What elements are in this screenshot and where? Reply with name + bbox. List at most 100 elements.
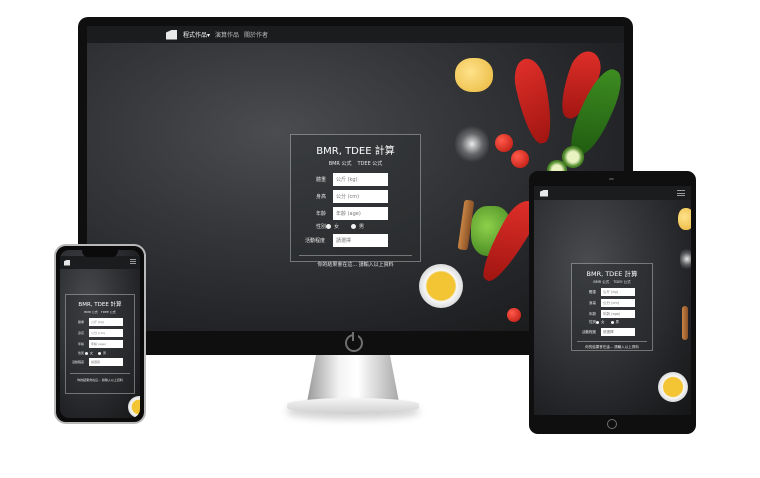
weight-input[interactable] bbox=[333, 173, 388, 186]
height-input[interactable] bbox=[601, 299, 635, 307]
weight-label: 體重 bbox=[316, 177, 327, 183]
tab-tdee-formula[interactable]: TDEE 公式 bbox=[101, 310, 116, 314]
formula-tabs: BMR 公式 TDEE 公式 bbox=[291, 160, 420, 167]
height-input[interactable] bbox=[333, 190, 388, 203]
smartphone-device: BMR, TDEE 計算 BMR 公式 TDEE 公式 體重 身高 年齡 bbox=[54, 244, 146, 424]
activity-label: 活動程度 bbox=[305, 238, 326, 244]
result-text: 你的結果會在這... 請輸入以上資料 bbox=[70, 373, 130, 382]
bmr-tdee-calculator: BMR, TDEE 計算 BMR 公式 TDEE 公式 體重 身高 年齡 bbox=[571, 263, 653, 351]
gender-female-label: 女 bbox=[334, 224, 340, 230]
height-row: 身高 bbox=[316, 190, 420, 203]
weight-label: 體重 bbox=[589, 289, 596, 294]
gender-male-radio[interactable] bbox=[351, 224, 357, 229]
gender-male-radio[interactable] bbox=[610, 321, 614, 324]
tab-bmr-formula[interactable]: BMR 公式 bbox=[84, 310, 98, 314]
nav-item-program-works[interactable]: 程式作品▾ bbox=[183, 30, 210, 39]
tomato-image bbox=[511, 150, 529, 168]
age-row: 年齡 bbox=[589, 310, 652, 318]
age-input[interactable] bbox=[333, 207, 388, 220]
oil-bowl-image bbox=[658, 372, 688, 402]
calculator-title: BMR, TDEE 計算 bbox=[586, 270, 638, 278]
bmr-tdee-calculator: BMR, TDEE 計算 BMR 公式 TDEE 公式 體重 身高 年齡 bbox=[65, 294, 135, 394]
age-input[interactable] bbox=[601, 310, 635, 318]
height-label: 身高 bbox=[78, 331, 85, 335]
gender-female-radio[interactable] bbox=[85, 351, 88, 355]
weight-row: 體重 bbox=[78, 318, 134, 326]
height-input[interactable] bbox=[89, 329, 123, 337]
power-icon bbox=[345, 332, 363, 352]
gender-female-radio[interactable] bbox=[596, 321, 599, 324]
phone-notch bbox=[82, 250, 118, 257]
salt-image bbox=[680, 246, 691, 272]
age-label: 年齡 bbox=[78, 342, 85, 346]
activity-row: 活動程度 bbox=[305, 234, 420, 247]
nav-item-algorithm-works[interactable]: 演算作品 bbox=[215, 30, 239, 39]
gender-male-label: 男 bbox=[359, 224, 365, 230]
activity-select[interactable] bbox=[333, 234, 388, 247]
phone-screen: BMR, TDEE 計算 BMR 公式 TDEE 公式 體重 身高 年齡 bbox=[60, 250, 140, 418]
height-row: 身高 bbox=[589, 299, 652, 307]
phone-navbar bbox=[60, 256, 140, 269]
weight-row: 體重 bbox=[589, 288, 652, 296]
device-mockup-showcase: 程式作品▾ 演算作品 關於作者 BMR, TDEE 計算 BMR 公式 TDEE… bbox=[0, 0, 760, 478]
oil-bowl-image bbox=[128, 396, 140, 418]
result-text: 你的結果會在這... 請輸入以上資料 bbox=[299, 255, 412, 268]
monitor-stand-base bbox=[287, 398, 419, 414]
gender-row: 性別 女 男 bbox=[78, 351, 134, 355]
age-label: 年齡 bbox=[589, 311, 596, 316]
tab-bmr-formula[interactable]: BMR 公式 bbox=[593, 280, 609, 285]
gender-row: 性別 女 男 bbox=[316, 223, 420, 230]
gender-male-label: 男 bbox=[103, 351, 107, 355]
site-logo-icon[interactable] bbox=[540, 189, 548, 197]
gender-female-label: 女 bbox=[601, 320, 605, 324]
corn-image bbox=[455, 58, 493, 92]
salt-image bbox=[455, 124, 489, 164]
site-logo-icon[interactable] bbox=[64, 259, 70, 266]
tab-tdee-formula[interactable]: TDEE 公式 bbox=[613, 280, 630, 285]
age-label: 年齡 bbox=[316, 211, 327, 217]
weight-input[interactable] bbox=[601, 288, 635, 296]
tablet-screen: BMR, TDEE 計算 BMR 公式 TDEE 公式 體重 身高 年齡 bbox=[534, 186, 691, 415]
age-row: 年齡 bbox=[316, 207, 420, 220]
weight-row: 體重 bbox=[316, 173, 420, 186]
bmr-tdee-calculator: BMR, TDEE 計算 BMR 公式 TDEE 公式 體重 身高 年齡 bbox=[290, 134, 421, 268]
calculator-title: BMR, TDEE 計算 bbox=[316, 146, 395, 157]
activity-row: 活動程度 bbox=[582, 328, 652, 336]
cinnamon-stick-image bbox=[682, 306, 688, 340]
red-pepper-image bbox=[510, 55, 558, 147]
activity-select[interactable] bbox=[601, 328, 635, 336]
gender-row: 性別 女 男 bbox=[589, 320, 652, 325]
weight-label: 體重 bbox=[78, 320, 85, 324]
height-row: 身高 bbox=[78, 329, 134, 337]
gender-female-radio[interactable] bbox=[326, 224, 331, 229]
formula-tabs: BMR 公式 TDEE 公式 bbox=[572, 280, 652, 285]
age-row: 年齡 bbox=[78, 340, 134, 348]
tab-tdee-formula[interactable]: TDEE 公式 bbox=[358, 160, 383, 167]
monitor-navbar: 程式作品▾ 演算作品 關於作者 bbox=[87, 26, 624, 43]
home-button-icon[interactable] bbox=[607, 419, 617, 429]
gender-male-label: 男 bbox=[615, 320, 620, 324]
tomato-image bbox=[495, 134, 513, 152]
age-input[interactable] bbox=[89, 340, 123, 348]
height-label: 身高 bbox=[316, 194, 327, 200]
tablet-navbar bbox=[534, 186, 691, 200]
tablet-camera bbox=[609, 178, 614, 180]
tablet-device: BMR, TDEE 計算 BMR 公式 TDEE 公式 體重 身高 年齡 bbox=[529, 171, 696, 434]
site-logo-icon[interactable] bbox=[166, 29, 177, 40]
corn-image bbox=[678, 208, 691, 230]
hamburger-menu-icon[interactable] bbox=[677, 190, 685, 196]
activity-label: 活動程度 bbox=[582, 329, 596, 334]
weight-input[interactable] bbox=[89, 318, 123, 326]
tab-bmr-formula[interactable]: BMR 公式 bbox=[329, 160, 352, 167]
activity-select[interactable] bbox=[89, 358, 123, 366]
activity-row: 活動程度 bbox=[72, 358, 134, 366]
gender-female-label: 女 bbox=[90, 351, 94, 355]
tomato-image bbox=[507, 308, 521, 322]
activity-label: 活動程度 bbox=[72, 360, 85, 364]
oil-bowl-image bbox=[419, 264, 463, 308]
gender-male-radio[interactable] bbox=[98, 351, 102, 355]
hamburger-menu-icon[interactable] bbox=[130, 259, 136, 264]
calculator-title: BMR, TDEE 計算 bbox=[78, 302, 122, 308]
nav-item-about-author[interactable]: 關於作者 bbox=[244, 30, 268, 39]
formula-tabs: BMR 公式 TDEE 公式 bbox=[66, 310, 134, 314]
